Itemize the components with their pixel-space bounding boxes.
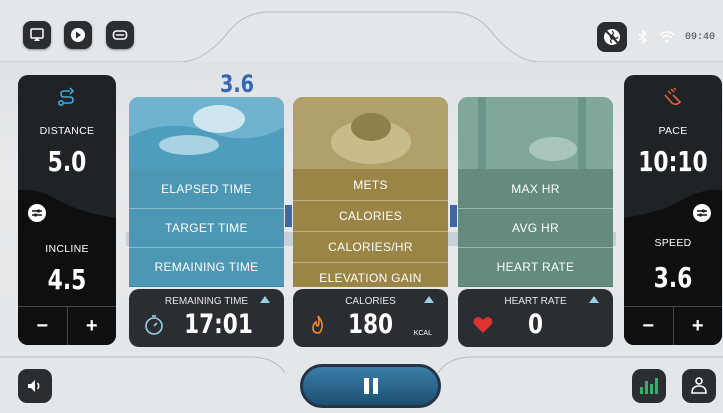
clock: 09:40 [684,31,715,43]
card-connector [285,205,292,227]
heart-rate-options: MAX HR AVG HR HEART RATE [458,169,613,286]
pace-label: PACE [658,125,688,137]
incline-increase-button[interactable]: + [66,307,117,345]
card-connector [450,205,457,227]
profile-icon [691,377,707,394]
expand-caret-icon[interactable] [589,296,599,303]
left-metrics-panel: DISTANCE 5.0 INCLINE 4.5 − + [18,75,116,345]
incline-value: 4.5 [47,263,87,296]
distance-value: 5.0 [47,145,87,178]
volume-button[interactable] [18,369,52,403]
option-elapsed-time[interactable]: ELAPSED TIME [129,169,284,208]
speed-adjust-button[interactable] [693,204,711,222]
option-remaining-time[interactable]: REMAINING TIME [129,247,284,286]
distance-label: DISTANCE [39,125,95,137]
screen-cast-icon [30,28,44,41]
incline-stepper: − + [18,306,116,345]
swimmer-photo [129,97,284,171]
option-elevation-gain[interactable]: ELEVATION GAIN [293,262,448,287]
volume-icon [28,380,40,392]
speed-decrease-button[interactable]: − [624,307,673,345]
stats-icon [640,378,658,394]
readout-value: 17:01 [184,309,253,340]
option-mets[interactable]: METS [293,169,448,200]
right-metrics-panel: PACE 10:10 SPEED 3.6 − + [624,75,722,345]
media-icon [71,28,85,42]
runner-photo [458,97,613,171]
calories-options: METS CALORIES CALORIES/HR ELEVATION GAIN [293,169,448,287]
pace-value: 10:10 [638,145,708,178]
incline-adjust-button[interactable] [28,204,46,222]
screen-cast-button[interactable] [23,21,51,49]
speed-value: 3.6 [653,261,693,294]
pause-button[interactable] [300,364,441,408]
fan-button[interactable] [596,22,627,52]
bluetooth-icon [638,30,647,44]
tv-icon [112,30,128,40]
option-max-hr[interactable]: MAX HR [458,169,613,208]
time-options: ELAPSED TIME TARGET TIME REMAINING TIME [129,169,284,286]
option-calories-per-hour[interactable]: CALORIES/HR [293,231,448,262]
calories-metric-card: METS CALORIES CALORIES/HR ELEVATION GAIN [293,97,448,287]
treadmill-console: 09:40 DISTANCE 5.0 INCLINE 4.5 − + PACE … [0,0,723,413]
wifi-icon [659,31,675,43]
option-avg-hr[interactable]: AVG HR [458,208,613,247]
sliders-icon [697,209,707,217]
option-heart-rate[interactable]: HEART RATE [458,247,613,286]
expand-caret-icon[interactable] [424,296,434,303]
heart-rate-readout[interactable]: HEART RATE 0 [458,289,613,347]
readout-unit: KCAL [413,330,432,337]
no-fan-icon [603,29,620,45]
option-target-time[interactable]: TARGET TIME [129,208,284,247]
speed-label: SPEED [654,237,692,249]
option-calories[interactable]: CALORIES [293,200,448,231]
status-area: 09:40 [596,22,715,52]
workout-photo [293,97,448,171]
speed-increase-button[interactable]: + [672,307,723,345]
heart-rate-metric-card: MAX HR AVG HR HEART RATE [458,97,613,287]
tv-button[interactable] [106,21,134,49]
route-icon [57,87,75,107]
time-metric-card: ELAPSED TIME TARGET TIME REMAINING TIME [129,97,284,287]
incline-label: INCLINE [45,243,89,255]
media-button[interactable] [64,21,92,49]
stats-button[interactable] [632,369,666,403]
sliders-icon [32,209,42,217]
calories-readout[interactable]: CALORIES 180 KCAL [293,289,448,347]
runner-shoe-icon [664,87,682,106]
top-bar: 09:40 [0,0,723,62]
expand-caret-icon[interactable] [260,296,270,303]
pause-icon [363,378,378,394]
speed-stepper: − + [624,306,722,345]
profile-button[interactable] [682,369,716,403]
floating-speed-value: 3.6 [220,70,255,98]
incline-decrease-button[interactable]: − [18,307,67,345]
remaining-time-readout[interactable]: REMAINING TIME 17:01 [129,289,284,347]
readout-value: 0 [527,309,544,340]
